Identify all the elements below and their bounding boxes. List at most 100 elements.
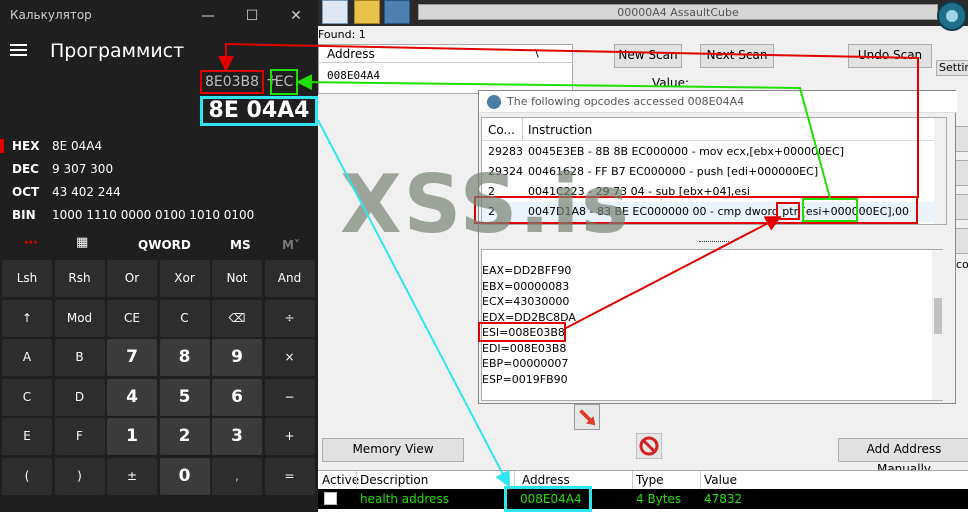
key-6[interactable]: ↑ (2, 299, 52, 337)
calculator-window-title: Калькулятор (10, 8, 92, 22)
open-folder-icon[interactable] (354, 0, 380, 24)
key-4[interactable]: Not (212, 260, 262, 297)
key-18[interactable]: C (2, 378, 52, 416)
scan-result-address[interactable]: 008E04A4 (327, 69, 380, 82)
key-12[interactable]: A (2, 339, 52, 376)
sort-indicator-icon: \ (535, 47, 539, 60)
memory-store-button[interactable]: MS (230, 238, 251, 252)
value-column-header[interactable]: Value (704, 473, 737, 487)
address-column-header[interactable]: Address \ (319, 45, 572, 63)
next-scan-button[interactable]: Next Scan (700, 44, 774, 68)
key-17[interactable]: × (264, 339, 315, 376)
key-34[interactable]: , (212, 457, 262, 495)
key-10[interactable]: ⌫ (212, 299, 262, 337)
side-button[interactable] (954, 160, 968, 186)
key-23[interactable]: − (264, 378, 315, 416)
close-icon[interactable]: ✕ (284, 6, 308, 26)
key-26[interactable]: 1 (107, 418, 157, 455)
settings-button[interactable]: Settin (936, 60, 968, 76)
calculator-toolbar: ⋯ ▦ QWORD MS M˅ (0, 233, 318, 259)
key-19[interactable]: D (54, 378, 105, 416)
register-line: EDI=008E03B8 (482, 341, 567, 355)
memory-view-button[interactable]: Memory View (322, 438, 464, 462)
key-29[interactable]: + (264, 418, 315, 455)
key-9[interactable]: C (159, 299, 210, 337)
process-list-icon[interactable] (322, 0, 348, 24)
save-icon[interactable] (384, 0, 410, 24)
radix-row-dec[interactable]: DEC 9 307 300 (0, 159, 318, 181)
key-28[interactable]: 3 (212, 418, 262, 455)
scan-results-list[interactable]: Address \ 008E04A4 (318, 44, 573, 94)
key-2[interactable]: Or (107, 260, 157, 297)
scrollbar-thumb[interactable] (934, 298, 942, 334)
maximize-icon[interactable]: ☐ (240, 6, 264, 26)
side-button[interactable] (954, 228, 968, 254)
column-divider (356, 471, 357, 489)
active-checkbox[interactable] (324, 492, 337, 505)
header-divider (482, 140, 946, 141)
add-to-list-arrow-icon[interactable] (574, 404, 600, 430)
type-column-header[interactable]: Type (636, 473, 664, 487)
key-33[interactable]: 0 (159, 457, 210, 495)
undo-scan-button[interactable]: Undo Scan (848, 44, 932, 68)
watermark-text: XSS.is (340, 158, 631, 251)
description-column-header[interactable]: Description (360, 473, 428, 487)
key-16[interactable]: 9 (212, 339, 262, 376)
key-24[interactable]: E (2, 418, 52, 455)
new-scan-button[interactable]: New Scan (614, 44, 682, 68)
register-line: ECX=43030000 (482, 295, 570, 308)
pane-splitter[interactable] (699, 241, 729, 244)
key-35[interactable]: = (264, 457, 315, 495)
instruction-column-header[interactable]: Instruction (528, 123, 592, 137)
address-table: Active Description Address Type Value he… (318, 470, 968, 512)
key-13[interactable]: B (54, 339, 105, 376)
count-column-header[interactable]: Co... (488, 123, 515, 137)
key-11[interactable]: ÷ (264, 299, 315, 337)
bit-toggle-icon[interactable]: ▦ (76, 235, 88, 250)
column-divider (700, 471, 701, 489)
value-label: Value: (652, 76, 689, 90)
key-25[interactable]: F (54, 418, 105, 455)
key-1[interactable]: Rsh (54, 260, 105, 297)
memory-list-button[interactable]: M˅ (282, 238, 300, 252)
side-button[interactable] (954, 126, 968, 152)
row-description[interactable]: health address (360, 492, 449, 506)
add-address-manually-button[interactable]: Add Address Manually (838, 438, 968, 476)
key-27[interactable]: 2 (159, 418, 210, 455)
word-size-button[interactable]: QWORD (138, 238, 191, 252)
keypad-grid-icon[interactable]: ⋯ (24, 235, 38, 251)
key-3[interactable]: Xor (159, 260, 210, 297)
radix-value: 1000 1110 0000 0100 1010 0100 (52, 208, 255, 222)
opcode-list-scrollbar[interactable] (934, 118, 946, 224)
cheat-engine-toolbar (318, 0, 418, 24)
key-22[interactable]: 6 (212, 378, 262, 416)
key-30[interactable]: ( (2, 457, 52, 495)
key-7[interactable]: Mod (54, 299, 105, 337)
key-14[interactable]: 7 (107, 339, 157, 376)
register-scrollbar[interactable] (932, 250, 944, 400)
key-32[interactable]: ± (107, 457, 157, 495)
radix-row-bin[interactable]: BIN 1000 1110 0000 0100 1010 0100 (0, 205, 318, 227)
column-divider (632, 471, 633, 489)
side-button[interactable] (954, 194, 968, 220)
key-8[interactable]: CE (107, 299, 157, 337)
address-column-header[interactable]: Address (522, 473, 570, 487)
key-0[interactable]: Lsh (2, 260, 52, 297)
opcode-instruction: 0045E3EB - 8B 8B EC000000 - mov ecx,[ebx… (528, 145, 845, 158)
table-row[interactable]: health address 008E04A4 4 Bytes 47832 (318, 489, 968, 509)
row-type[interactable]: 4 Bytes (636, 492, 681, 506)
calculator-window: Калькулятор — ☐ ✕ Программист 8E03B8 + E… (0, 0, 318, 512)
minimize-icon[interactable]: — (196, 6, 220, 26)
radix-label: DEC (12, 162, 39, 176)
active-column-header[interactable]: Active (322, 473, 359, 487)
key-31[interactable]: ) (54, 457, 105, 495)
radix-row-oct[interactable]: OCT 43 402 244 (0, 182, 318, 204)
key-15[interactable]: 8 (159, 339, 210, 376)
key-21[interactable]: 5 (159, 378, 210, 416)
clear-list-stop-icon[interactable] (636, 433, 662, 459)
hamburger-menu-icon[interactable] (10, 42, 30, 58)
row-value[interactable]: 47832 (704, 492, 742, 506)
key-20[interactable]: 4 (107, 378, 157, 416)
key-5[interactable]: And (264, 260, 315, 297)
radix-row-hex[interactable]: HEX 8E 04A4 (0, 136, 318, 158)
